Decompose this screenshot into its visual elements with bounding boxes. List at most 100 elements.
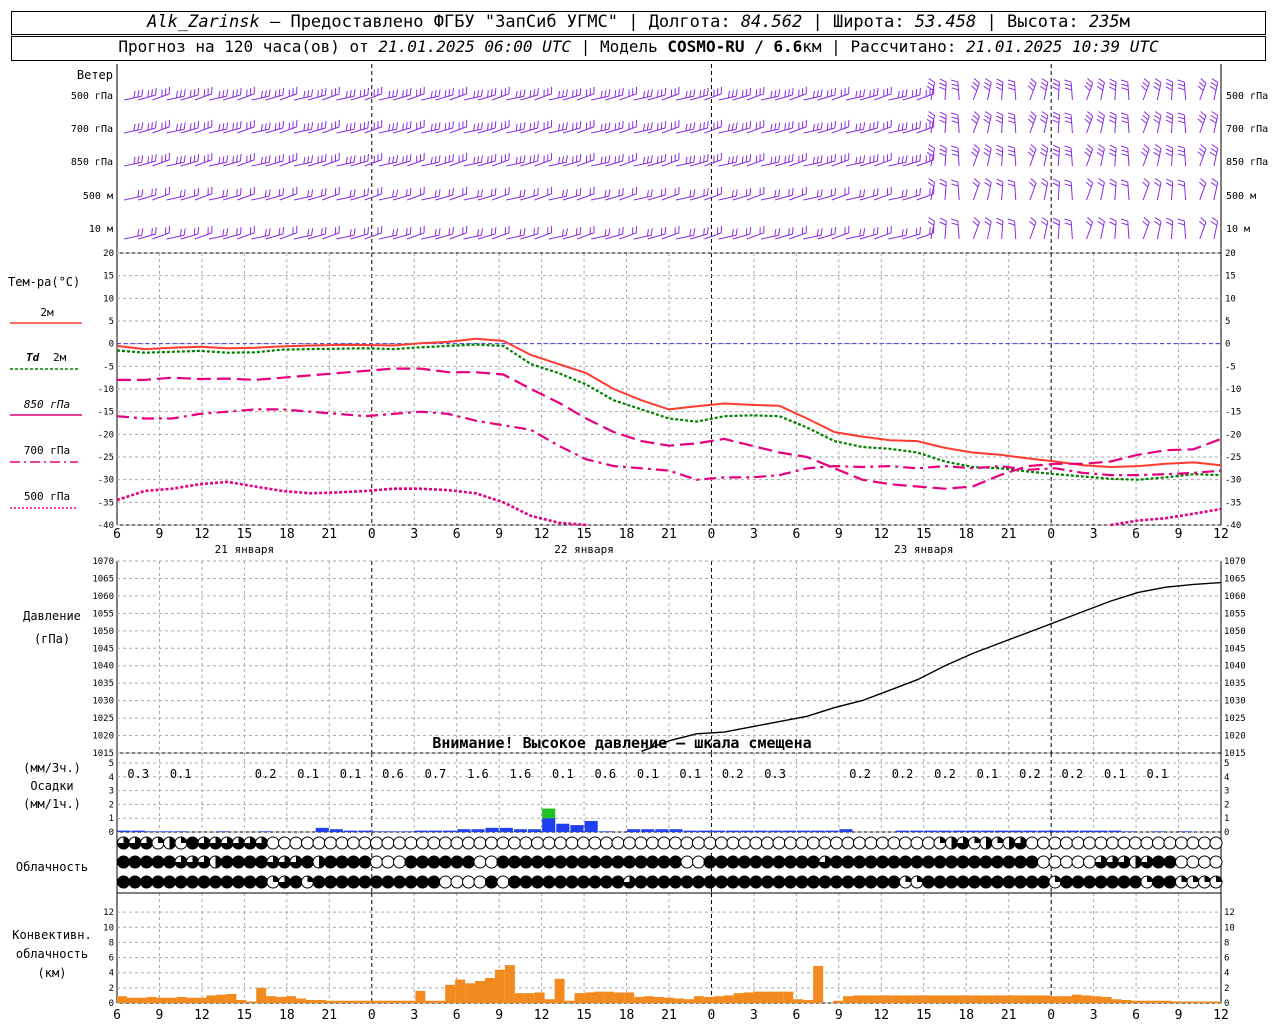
conv-bar: [1061, 996, 1072, 1003]
conv-bar: [853, 995, 863, 1003]
wind-barb-feather: [731, 123, 734, 131]
cloud-symbol: [1198, 855, 1211, 869]
precip-bar: [400, 831, 414, 832]
wind-barb: [957, 82, 960, 101]
precip-bar: [174, 831, 188, 832]
wind-barb: [690, 127, 708, 134]
wind-barb-feather: [646, 90, 649, 98]
precip-bar: [952, 830, 966, 832]
wind-barb-feather: [1052, 82, 1060, 87]
cloud-symbol: [887, 855, 901, 869]
conv-bar: [773, 991, 784, 1003]
precip-bar: [329, 829, 343, 832]
wind-barb-feather: [367, 188, 369, 196]
wind-barb-feather: [409, 227, 412, 235]
wind-barb-feather: [855, 90, 858, 98]
conv-xtick: 6: [453, 1008, 461, 1023]
wind-barb: [350, 194, 368, 201]
wind-barb-feather: [1141, 151, 1147, 157]
precip-bar: [754, 830, 768, 832]
cloud-symbol: [531, 855, 544, 869]
precip-total-label: 0.1: [170, 767, 192, 781]
cloud-symbol: [370, 855, 383, 869]
wind-barb-feather: [1007, 149, 1015, 153]
temp-ytick-left: 15: [103, 272, 114, 282]
wind-barb-feather: [452, 154, 454, 162]
wind-barb-feather: [1085, 181, 1092, 188]
wind-barb-feather: [1154, 217, 1162, 222]
wind-barb-feather: [575, 155, 578, 163]
precip-total-label: 0.2: [892, 767, 914, 781]
wind-barb: [265, 127, 284, 134]
cloud-symbol: [1175, 855, 1188, 869]
wind-barb-feather: [367, 227, 369, 235]
wind-barb-feather: [324, 188, 327, 196]
wind-barb-feather: [600, 90, 603, 98]
wind-barb-feather: [971, 118, 978, 124]
conv-unit-label: (км): [38, 966, 67, 980]
wind-barb-feather: [155, 121, 157, 129]
wind-barb-feather: [533, 122, 536, 130]
wind-barb-feather: [321, 155, 323, 163]
wind-barb-feather: [656, 156, 659, 164]
wind-barb-feather: [349, 90, 352, 98]
conv-xtick: 15: [576, 1008, 592, 1023]
pressure-ytick-left: 1040: [92, 662, 114, 672]
wind-barb-feather: [264, 229, 267, 237]
wind-barb-feather: [395, 122, 399, 130]
pressure-ytick-left: 1025: [92, 714, 114, 724]
wind-barb-feather: [222, 190, 225, 198]
wind-barb-feather: [707, 154, 709, 162]
wind-barb-feather: [873, 228, 875, 236]
wind-barb-feather: [703, 155, 705, 163]
conv-bar: [335, 1000, 346, 1003]
wind-barb-feather: [928, 78, 935, 83]
wind-barb-feather: [367, 154, 369, 162]
wind-barb: [392, 160, 411, 167]
cloud-symbol: [255, 875, 268, 889]
conv-bar: [166, 997, 177, 1003]
wind-barb-feather: [151, 228, 153, 236]
pressure-ytick-left: 1030: [92, 697, 114, 707]
wind-barb-feather: [438, 89, 441, 97]
wind-barb-feather: [693, 89, 696, 97]
wind-barb: [223, 94, 241, 101]
wind-barb-feather: [189, 123, 192, 131]
wind-barb-feather: [650, 189, 653, 197]
conv-ytick-left: 2: [109, 984, 114, 994]
wind-barb-feather: [480, 89, 483, 97]
wind-barb-feather: [707, 88, 709, 96]
wind-barb-feather: [1143, 78, 1150, 84]
conv-bar: [286, 996, 297, 1003]
conv-bar: [375, 1000, 386, 1003]
pressure-ytick-left: 1015: [92, 749, 114, 759]
wind-barb-feather: [193, 122, 196, 130]
cloud-symbol: [151, 875, 165, 889]
wind-barb-feather: [915, 122, 918, 130]
wind-barb-feather: [226, 189, 229, 197]
wind-barb-feather: [1027, 85, 1034, 91]
wind-barb-feather: [915, 155, 918, 163]
wind-barb-feather: [179, 156, 182, 164]
conv-xtick: 21: [1001, 1008, 1017, 1023]
wind-barb-feather: [307, 156, 310, 164]
wind-barb-feather: [388, 123, 391, 131]
wind-barb-feather: [175, 156, 179, 164]
wind-barb-feather: [1040, 221, 1048, 226]
wind-barb-feather: [515, 156, 518, 164]
wind-barb-feather: [321, 122, 323, 130]
wind-barb-feather: [480, 122, 483, 130]
conv-bar: [206, 995, 217, 1003]
wind-barb-feather: [600, 156, 603, 164]
conv-bar: [1171, 1001, 1182, 1003]
cloud-symbol: [416, 875, 429, 889]
conv-bar: [276, 996, 287, 1003]
wind-barb-feather: [905, 122, 908, 130]
wind-barb: [647, 94, 666, 101]
precip-total-label: 0.3: [127, 767, 149, 781]
wind-barb-feather: [1154, 182, 1161, 187]
wind-barb-feather: [137, 123, 140, 131]
cloud-symbol: [508, 855, 521, 869]
wind-barb-feather: [197, 188, 200, 196]
wind-barb-feather: [985, 78, 992, 83]
